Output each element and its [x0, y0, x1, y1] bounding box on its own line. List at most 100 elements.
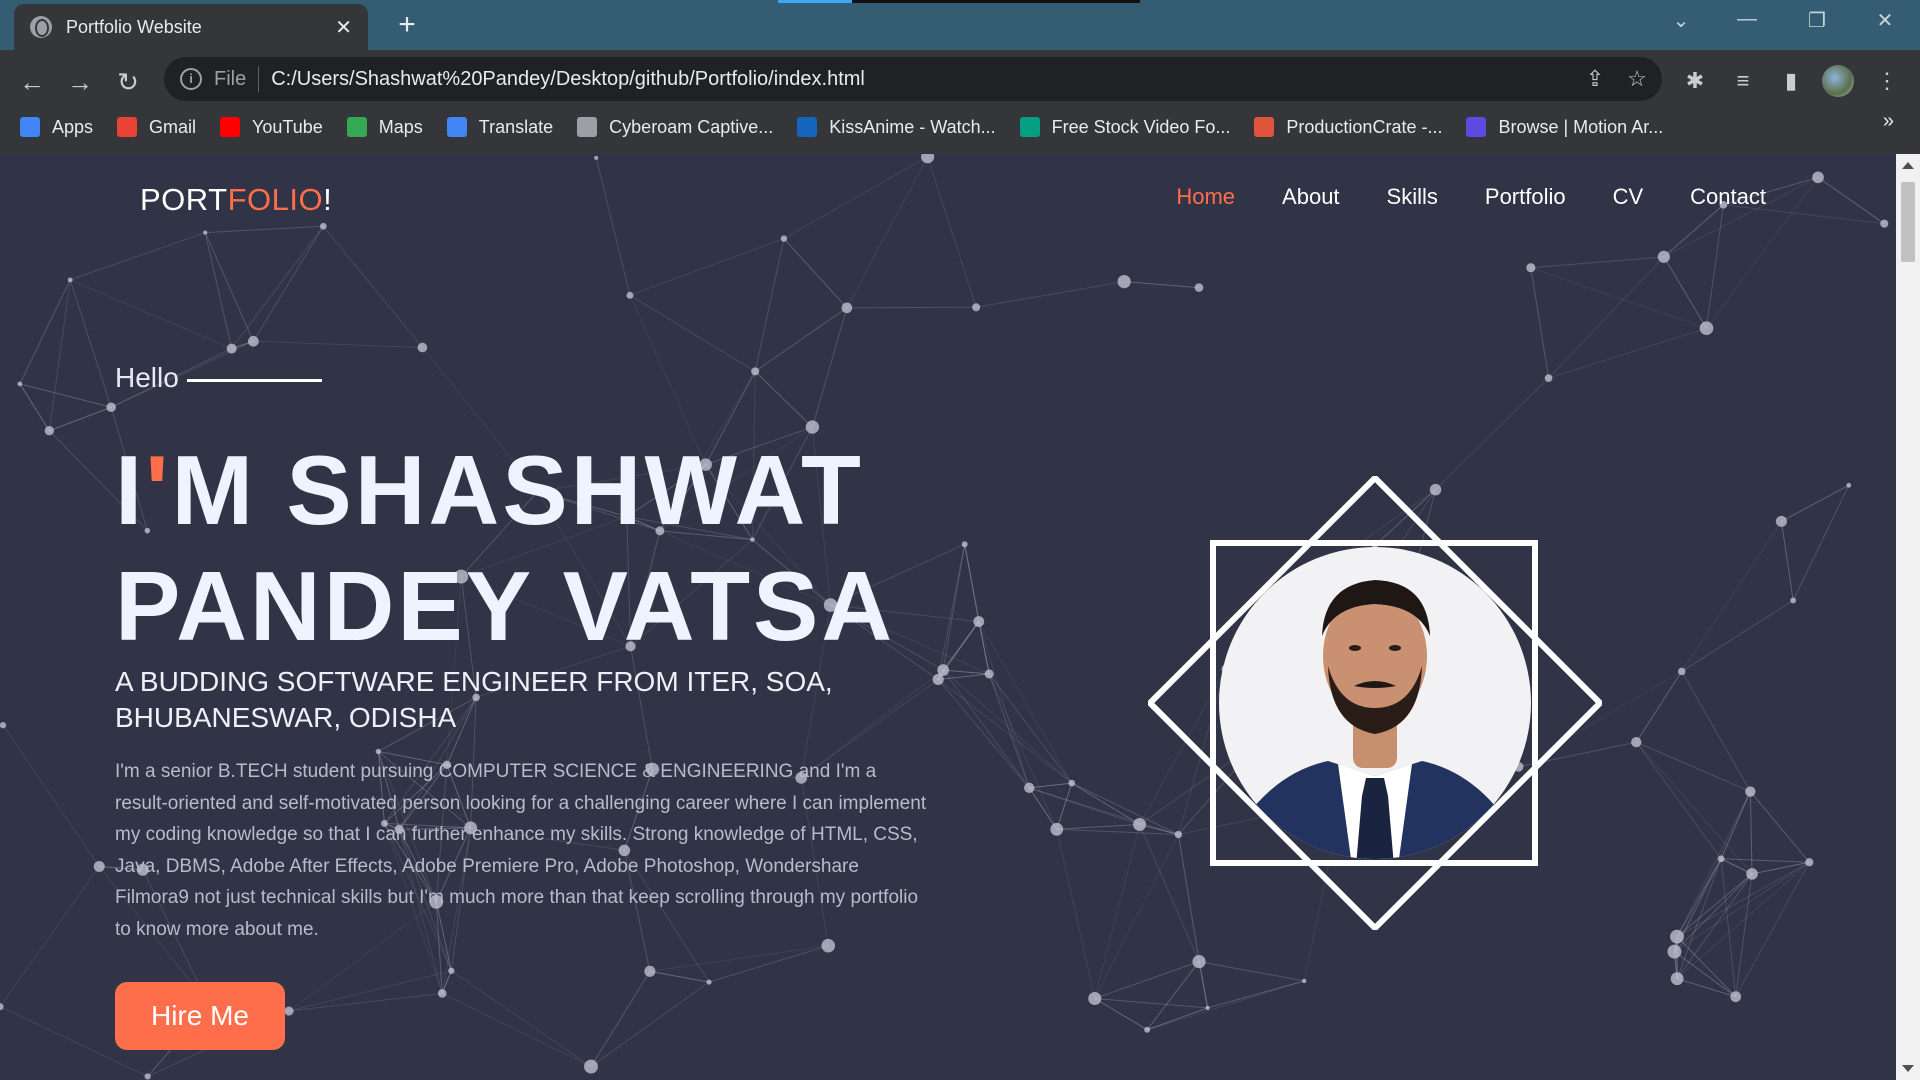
scroll-up-icon[interactable]	[1902, 162, 1914, 169]
loading-indicator	[778, 0, 1140, 3]
particle-node	[1192, 955, 1206, 969]
bookmark-item[interactable]: Apps	[20, 117, 93, 138]
minimize-icon[interactable]: —	[1732, 8, 1762, 31]
reload-icon[interactable]: ↻	[110, 64, 146, 100]
particle-link	[1681, 671, 1751, 792]
side-panel-icon[interactable]: ▮	[1774, 64, 1808, 98]
particle-link	[978, 621, 1073, 784]
info-icon[interactable]: i	[180, 68, 202, 90]
particle-node	[1746, 868, 1758, 880]
particle-link	[1674, 951, 1736, 998]
particle-link	[1636, 741, 1751, 793]
more-menu-icon[interactable]: ⋮	[1870, 64, 1904, 98]
bookmark-favicon-icon	[1466, 117, 1487, 137]
url-scheme: File	[214, 67, 247, 90]
vertical-scrollbar[interactable]	[1896, 154, 1920, 1080]
particle-node	[1846, 482, 1852, 488]
particle-link	[708, 945, 829, 983]
particle-node	[973, 616, 985, 628]
bookmark-item[interactable]: KissAnime - Watch...	[797, 116, 996, 138]
new-tab-button[interactable]: +	[390, 8, 424, 42]
bookmark-item[interactable]: Gmail	[117, 117, 196, 138]
particle-link	[1071, 782, 1140, 825]
particle-node	[932, 673, 944, 686]
bookmark-item[interactable]: ProductionCrate -...	[1254, 117, 1442, 138]
bookmark-item[interactable]: YouTube	[220, 117, 323, 138]
particle-node	[67, 277, 73, 283]
particle-node	[594, 155, 599, 160]
nav-skills[interactable]: Skills	[1387, 184, 1438, 210]
media-control-icon[interactable]: ≡	[1726, 64, 1760, 98]
scroll-down-icon[interactable]	[1902, 1065, 1914, 1072]
particle-link	[252, 226, 324, 342]
bookmark-label: Free Stock Video Fo...	[1051, 116, 1231, 137]
bookmark-item[interactable]: Cyberoam Captive...	[577, 117, 773, 138]
browser-tab[interactable]: Portfolio Website ✕	[14, 4, 368, 50]
tab-strip: Portfolio Website ✕ + ⌄ — ❐ ✕	[0, 0, 1920, 50]
name-line1-b: M SHASHWAT	[171, 435, 864, 545]
extensions-icon[interactable]: ✱	[1678, 64, 1712, 98]
nav-about[interactable]: About	[1282, 184, 1340, 210]
profile-avatar[interactable]	[1822, 65, 1854, 97]
bookmark-item[interactable]: Free Stock Video Fo...	[1019, 116, 1231, 138]
bookmark-star-icon[interactable]: ☆	[1620, 66, 1654, 92]
back-icon[interactable]: ←	[14, 64, 50, 100]
bookmark-label: Apps	[52, 116, 94, 137]
particle-link	[322, 225, 423, 348]
particle-link	[1124, 281, 1200, 289]
tab-search-icon[interactable]: ⌄	[1666, 8, 1696, 33]
particle-node	[1717, 855, 1725, 863]
particle-node	[626, 291, 634, 299]
address-bar[interactable]: i File C:/Users/Shashwat%20Pandey/Deskto…	[164, 57, 1662, 101]
bookmark-label: KissAnime - Watch...	[829, 116, 996, 137]
particle-link	[1029, 782, 1072, 789]
particle-link	[441, 992, 592, 1068]
particle-link	[1673, 791, 1751, 952]
tab-title: Portfolio Website	[66, 16, 202, 37]
particle-link	[988, 673, 1030, 789]
share-icon[interactable]: ⇪	[1578, 66, 1612, 92]
particle-link	[595, 157, 631, 296]
nav-contact[interactable]: Contact	[1690, 184, 1766, 210]
logo-text-folio: FOLIO	[227, 182, 324, 217]
particle-link	[1146, 961, 1200, 1031]
hire-me-button[interactable]: Hire Me	[115, 982, 285, 1050]
particle-node	[1880, 219, 1889, 228]
particle-link	[1056, 829, 1096, 999]
divider	[258, 66, 260, 92]
particle-node	[1775, 515, 1787, 527]
bookmark-favicon-icon	[1254, 117, 1275, 137]
particle-node	[1667, 944, 1682, 959]
nav-portfolio[interactable]: Portfolio	[1485, 184, 1566, 210]
bookmark-item[interactable]: Browse | Motion Ar...	[1466, 117, 1663, 138]
particle-link	[649, 970, 710, 983]
particle-node	[93, 860, 105, 872]
close-tab-icon[interactable]: ✕	[335, 15, 352, 40]
particle-link	[1147, 980, 1305, 1031]
particle-link	[1721, 858, 1810, 863]
particle-node	[841, 302, 853, 314]
nav-home[interactable]: Home	[1176, 184, 1235, 210]
scroll-thumb[interactable]	[1901, 182, 1915, 262]
particle-link	[754, 238, 785, 372]
particle-node	[144, 1073, 151, 1080]
bookmark-item[interactable]: Maps	[346, 117, 423, 138]
particle-node	[284, 1006, 294, 1016]
particle-link	[1663, 256, 1707, 329]
nav-cv[interactable]: CV	[1613, 184, 1644, 210]
particle-link	[1094, 824, 1141, 999]
particle-node	[375, 748, 382, 755]
forward-icon[interactable]: →	[62, 64, 98, 100]
restore-icon[interactable]: ❐	[1802, 8, 1832, 33]
site-logo[interactable]: PORTFOLIO!	[140, 182, 332, 218]
url-text[interactable]: C:/Users/Shashwat%20Pandey/Desktop/githu…	[271, 68, 1578, 91]
particle-link	[204, 232, 233, 349]
close-window-icon[interactable]: ✕	[1870, 8, 1900, 33]
particle-node	[0, 1003, 4, 1011]
bookmarks-overflow-icon[interactable]: »	[1883, 110, 1894, 133]
particle-node	[448, 967, 455, 974]
bookmark-item[interactable]: Translate	[446, 117, 553, 138]
particle-node	[1194, 283, 1204, 292]
particle-link	[1735, 873, 1753, 997]
particle-node	[44, 426, 55, 436]
